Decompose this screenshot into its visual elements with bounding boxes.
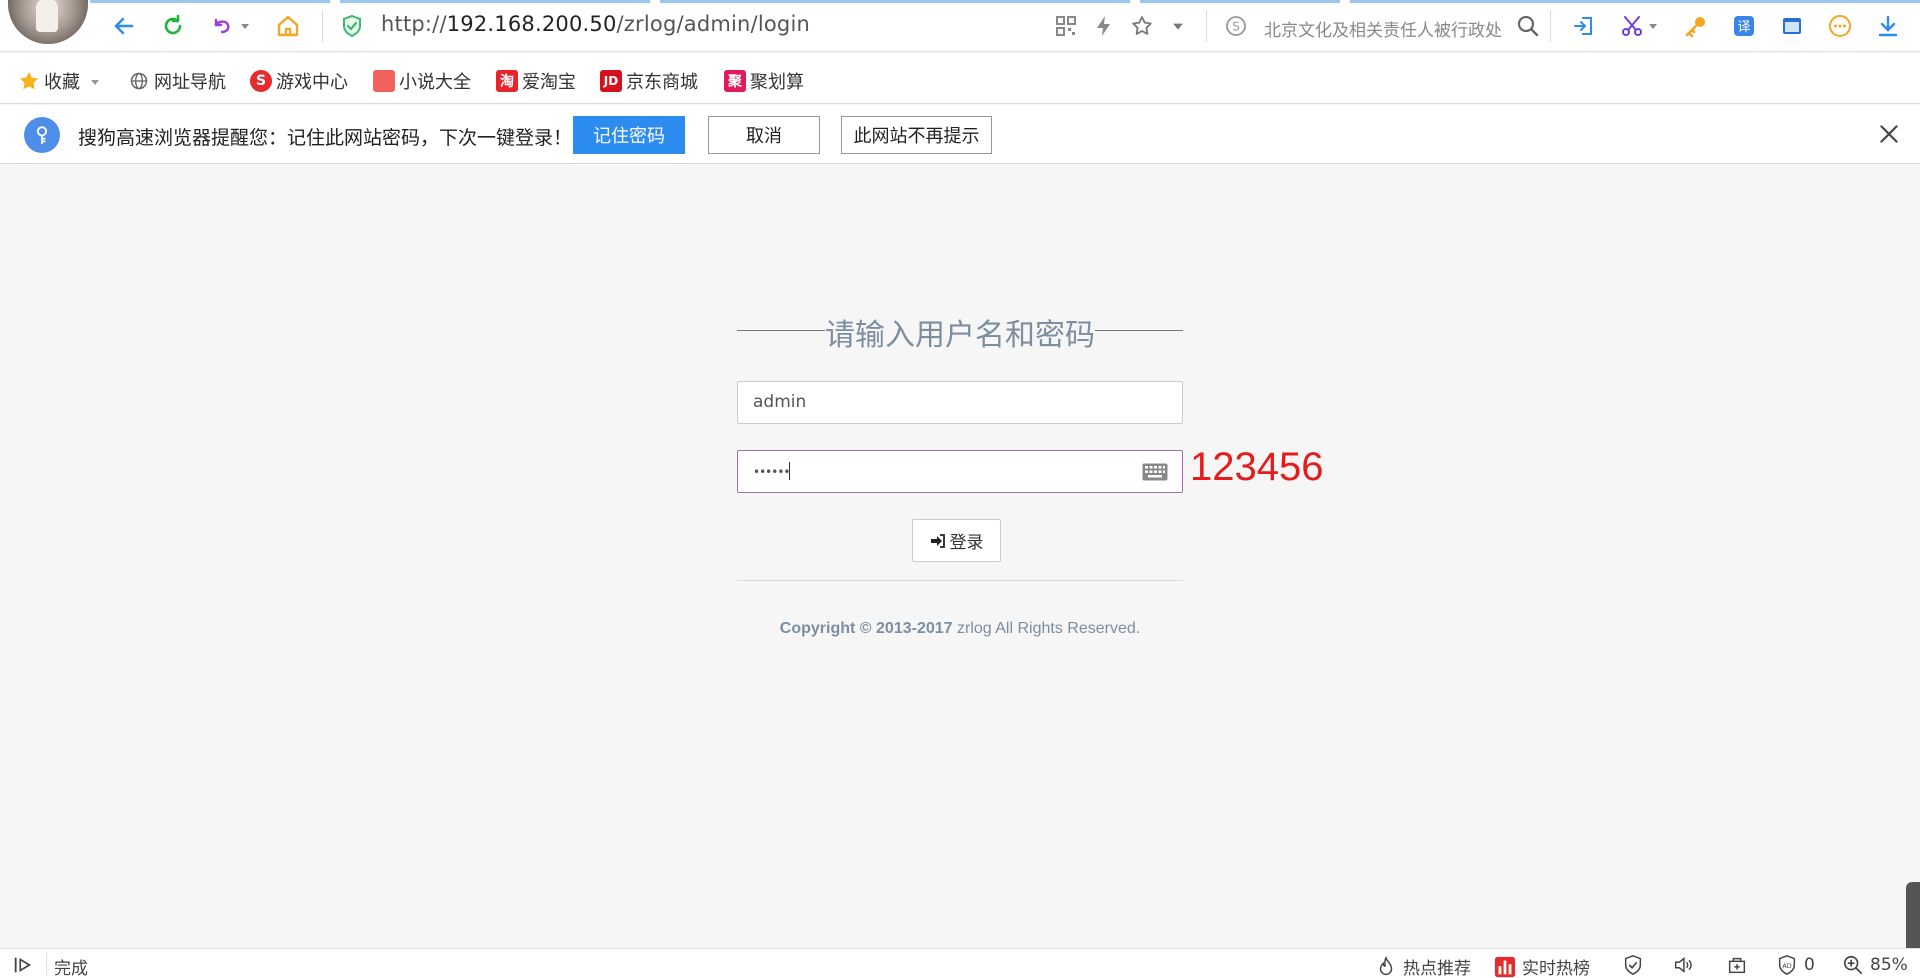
undo-close-tab-icon[interactable] [208, 12, 236, 40]
status-text: 完成 [54, 959, 88, 978]
download-icon[interactable] [1874, 12, 1902, 40]
copyright-years: Copyright © 2013-2017 [779, 620, 953, 637]
realtime-hot-label: 实时热榜 [1522, 959, 1590, 978]
user-avatar[interactable] [8, 0, 88, 44]
bookmark-novels[interactable]: 小说大全 [373, 68, 471, 94]
lightning-icon[interactable] [1090, 12, 1118, 40]
chart-icon [1494, 956, 1516, 977]
zoom-icon [1843, 955, 1863, 975]
back-icon[interactable] [110, 12, 138, 40]
username-input[interactable]: admin [737, 381, 1183, 424]
password-input[interactable]: •••••• [737, 450, 1183, 493]
bookmark-favorites[interactable]: 收藏 [18, 68, 100, 94]
browser-toolbar: http://192.168.200.50/zrlog/admin/login … [0, 0, 1920, 52]
bookmark-label: 收藏 [44, 72, 80, 93]
zoom-level: 85% [1870, 955, 1908, 975]
novel-book-icon [373, 70, 395, 92]
search-input[interactable]: 北京文化及相关责任人被行政处 [1264, 16, 1504, 41]
address-bar[interactable]: http://192.168.200.50/zrlog/admin/login [381, 12, 810, 36]
scissors-icon[interactable] [1618, 12, 1646, 40]
login-header: 请输入用户名和密码 [737, 308, 1183, 353]
svg-text:S: S [1232, 20, 1240, 34]
jd-icon: JD [600, 70, 622, 92]
volume-meter-widget[interactable] [1906, 882, 1920, 958]
bookmark-label: 游戏中心 [276, 72, 348, 93]
security-check-icon[interactable] [1622, 954, 1650, 976]
cancel-button[interactable]: 取消 [708, 116, 820, 154]
ad-shield-icon: AD [1778, 955, 1796, 975]
search-icon[interactable] [1514, 12, 1542, 40]
status-bar: 完成 热点推荐 实时热榜 AD 0 85% [0, 948, 1920, 978]
sogou-search-icon[interactable]: S [1222, 12, 1250, 40]
translate-icon[interactable]: 译 [1730, 12, 1758, 40]
close-icon[interactable] [1876, 121, 1902, 147]
keyboard-icon[interactable] [1142, 463, 1168, 481]
juhuasuan-icon: 聚 [724, 70, 746, 92]
home-icon[interactable] [274, 12, 302, 40]
qr-code-icon[interactable] [1052, 12, 1080, 40]
speaker-icon[interactable] [1672, 954, 1700, 976]
sidebar-toggle-icon[interactable] [12, 954, 40, 976]
login-enter-icon[interactable] [1570, 12, 1598, 40]
svg-text:译: 译 [1737, 20, 1750, 35]
remember-password-button[interactable]: 记住密码 [573, 116, 685, 154]
page-title: 请输入用户名和密码 [825, 318, 1095, 353]
hot-recommend-label: 热点推荐 [1403, 959, 1471, 978]
password-annotation: 123456 [1190, 445, 1324, 489]
star-icon[interactable] [1128, 12, 1156, 40]
toolbar-divider [1206, 10, 1207, 42]
url-path: /zrlog/admin/login [616, 12, 810, 36]
prompt-message: 搜狗高速浏览器提醒您：记住此网站密码，下次一键登录！ [78, 127, 573, 149]
screenshot-icon[interactable] [1778, 12, 1806, 40]
chevron-down-icon[interactable] [1168, 12, 1188, 40]
extension-box-icon[interactable] [1726, 954, 1754, 976]
chevron-down-icon [90, 71, 100, 92]
bookmark-juhuasuan[interactable]: 聚 聚划算 [724, 68, 804, 94]
bookmark-label: 聚划算 [750, 72, 804, 93]
status-divider [46, 953, 47, 975]
bookmark-label: 爱淘宝 [522, 72, 576, 93]
adblock-count: 0 [1804, 955, 1815, 975]
url-prefix: http:// [381, 12, 447, 36]
url-host: 192.168.200.50 [446, 12, 617, 36]
bookmark-label: 京东商城 [626, 72, 698, 93]
copyright-text: zrlog All Rights Reserved. [952, 620, 1141, 637]
star-icon [18, 70, 40, 92]
bookmark-site-navigation[interactable]: 网址导航 [128, 68, 226, 94]
never-remind-button[interactable]: 此网站不再提示 [841, 116, 992, 154]
text-cursor [789, 462, 791, 480]
realtime-hot-list[interactable]: 实时热榜 [1494, 954, 1590, 978]
taobao-icon: 淘 [496, 70, 518, 92]
globe-icon [128, 70, 150, 92]
chevron-down-icon[interactable] [238, 12, 252, 40]
secure-shield-icon[interactable] [338, 12, 366, 40]
bookmark-ai-taobao[interactable]: 淘 爱淘宝 [496, 68, 576, 94]
bookmark-bar: 收藏 网址导航 S 游戏中心 小说大全 淘 爱淘宝 JD 京东商城 聚 聚划算 [0, 53, 1920, 104]
password-save-prompt: 搜狗高速浏览器提醒您：记住此网站密码，下次一键登录！ 记住密码 取消 此网站不再… [0, 105, 1920, 164]
login-button-label: 登录 [949, 533, 984, 553]
svg-text:AD: AD [1782, 962, 1791, 970]
refresh-icon[interactable] [159, 12, 187, 40]
toolbar-divider [322, 10, 323, 42]
bookmark-label: 网址导航 [154, 72, 226, 93]
key-icon [24, 117, 60, 153]
login-button[interactable]: 登录 [912, 519, 1001, 562]
bookmark-game-center[interactable]: S 游戏中心 [250, 68, 348, 94]
flame-icon [1379, 955, 1393, 975]
chevron-down-icon[interactable] [1646, 12, 1660, 40]
password-masked-value: •••••• [753, 465, 790, 479]
adblock-indicator[interactable]: AD 0 [1776, 954, 1815, 976]
toolbar-divider [1550, 10, 1551, 42]
hot-recommend[interactable]: 热点推荐 [1375, 954, 1471, 978]
tab-strip [90, 0, 1920, 3]
bookmark-jd-mall[interactable]: JD 京东商城 [600, 68, 698, 94]
zoom-control[interactable]: 85% [1842, 954, 1908, 976]
bookmark-label: 小说大全 [399, 72, 471, 93]
more-options-icon[interactable] [1826, 12, 1854, 40]
key-icon[interactable] [1682, 12, 1710, 40]
sogou-game-icon: S [250, 70, 272, 92]
copyright-footer: Copyright © 2013-2017 zrlog All Rights R… [737, 620, 1183, 638]
form-divider [737, 580, 1183, 581]
sign-in-icon [930, 533, 945, 548]
